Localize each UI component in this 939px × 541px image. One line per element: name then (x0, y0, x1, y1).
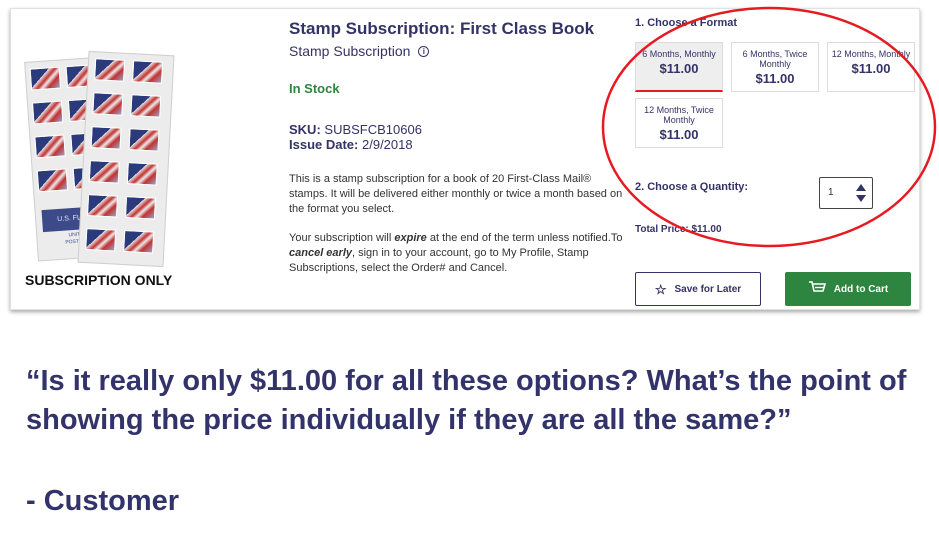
flag-stamp (124, 196, 157, 220)
sku-block: SKU: SUBSFCB10606 Issue Date: 2/9/2018 (289, 122, 422, 152)
format-option-12-months-monthly[interactable]: 12 Months, Monthly $11.00 (827, 42, 915, 92)
stamp-sheet (77, 50, 175, 268)
issue-date-line: Issue Date: 2/9/2018 (289, 137, 422, 152)
format-option-name: 12 Months, Twice Monthly (644, 105, 714, 125)
format-option-12-months-twice-monthly[interactable]: 12 Months, Twice Monthly $11.00 (635, 98, 723, 148)
flag-stamp (92, 92, 124, 116)
format-option-name: 12 Months, Monthly (831, 49, 911, 59)
format-option-6-months-monthly[interactable]: 6 Months, Monthly $11.00 (635, 42, 723, 92)
issue-date-value: 2/9/2018 (362, 137, 413, 152)
flag-stamp (128, 128, 160, 152)
stock-status: In Stock (289, 81, 340, 96)
flag-stamp (132, 60, 164, 84)
flag-stamp (31, 100, 64, 125)
format-option-name: 6 Months, Monthly (642, 49, 716, 59)
format-option-price: $11.00 (755, 71, 795, 86)
up-down-arrows-icon[interactable] (856, 184, 866, 204)
quantity-stepper[interactable]: 1 (819, 177, 873, 209)
quantity-value: 1 (828, 187, 834, 198)
quote-attribution: - Customer (26, 485, 180, 517)
flag-stamp (90, 126, 122, 150)
total-price: Total Price: $11.00 (635, 224, 722, 235)
flag-stamp (123, 230, 155, 254)
product-card: U.S. FLAG UNITED STATESPOSTAL SERVICE SU… (10, 8, 920, 310)
sku-label: SKU: (289, 122, 321, 137)
image-caption: SUBSCRIPTION ONLY (25, 272, 173, 288)
product-title: Stamp Subscription: First Class Book (289, 19, 595, 38)
arrow-down-icon[interactable] (856, 195, 866, 202)
cart-icon (808, 280, 826, 298)
flag-stamp (86, 194, 119, 218)
arrow-up-icon[interactable] (856, 184, 866, 191)
expire-emphasis: expire (394, 232, 427, 244)
customer-quote: “Is it really only $11.00 for all these … (26, 365, 907, 436)
sku-line: SKU: SUBSFCB10606 (289, 122, 422, 137)
total-price-value: $11.00 (691, 224, 722, 235)
expire-text-1: Your subscription will (289, 232, 395, 244)
flag-stamp (36, 168, 69, 193)
format-option-price: $11.00 (659, 127, 699, 142)
flag-stamp (130, 94, 162, 118)
format-option-name: 6 Months, Twice Monthly (742, 49, 808, 69)
flag-stamp (88, 160, 120, 184)
product-description: This is a stamp subscription for a book … (289, 173, 623, 215)
save-for-later-button[interactable]: ☆ Save for Later (635, 272, 761, 306)
format-heading: 1. Choose a Format (635, 17, 738, 29)
flag-stamp (126, 162, 158, 186)
flag-stamp (29, 66, 62, 91)
quantity-heading: 2. Choose a Quantity: (635, 181, 749, 193)
product-image: U.S. FLAG UNITED STATESPOSTAL SERVICE (21, 49, 191, 269)
product-subtitle-text: Stamp Subscription (289, 43, 411, 59)
flag-stamp (94, 58, 126, 82)
sku-value: SUBSFCB10606 (324, 122, 422, 137)
format-option-6-months-twice-monthly[interactable]: 6 Months, Twice Monthly $11.00 (731, 42, 819, 92)
expiration-notice: Your subscription will expire at the end… (289, 231, 634, 276)
star-icon: ☆ (654, 281, 667, 297)
product-subtitle: Stamp Subscription i (289, 43, 629, 59)
format-option-price: $11.00 (851, 61, 891, 76)
save-for-later-label: Save for Later (674, 283, 742, 295)
issue-date-label: Issue Date: (289, 137, 359, 152)
add-to-cart-label: Add to Cart (833, 283, 889, 295)
flag-stamp (85, 228, 117, 252)
add-to-cart-button[interactable]: Add to Cart (785, 272, 911, 306)
info-icon[interactable]: i (418, 45, 430, 57)
cancel-emphasis: cancel early (289, 247, 352, 259)
flag-stamp (34, 134, 66, 159)
format-option-price: $11.00 (659, 61, 699, 76)
total-price-label: Total Price: (635, 224, 689, 235)
expire-text-2: at the end of the term unless notified.T… (426, 232, 623, 244)
product-header: Stamp Subscription: First Class Book Sta… (289, 19, 629, 59)
